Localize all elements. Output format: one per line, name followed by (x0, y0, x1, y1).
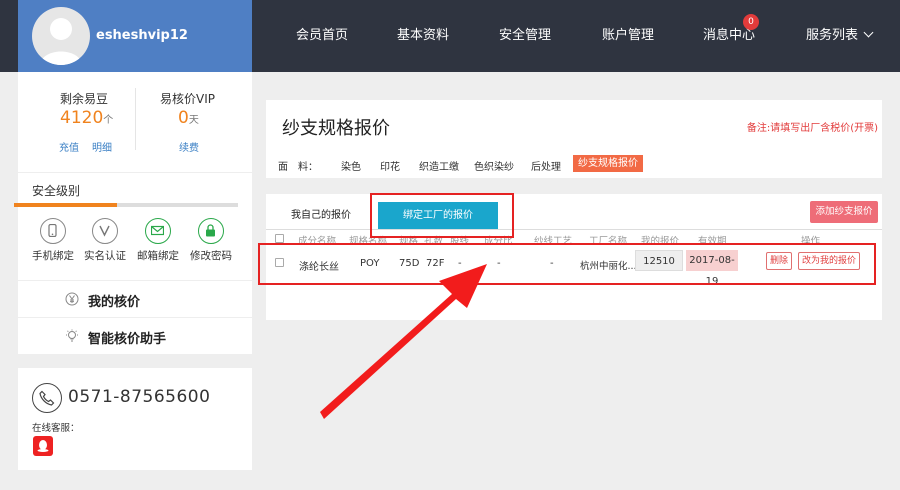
annotation-arrow-icon (320, 264, 487, 419)
